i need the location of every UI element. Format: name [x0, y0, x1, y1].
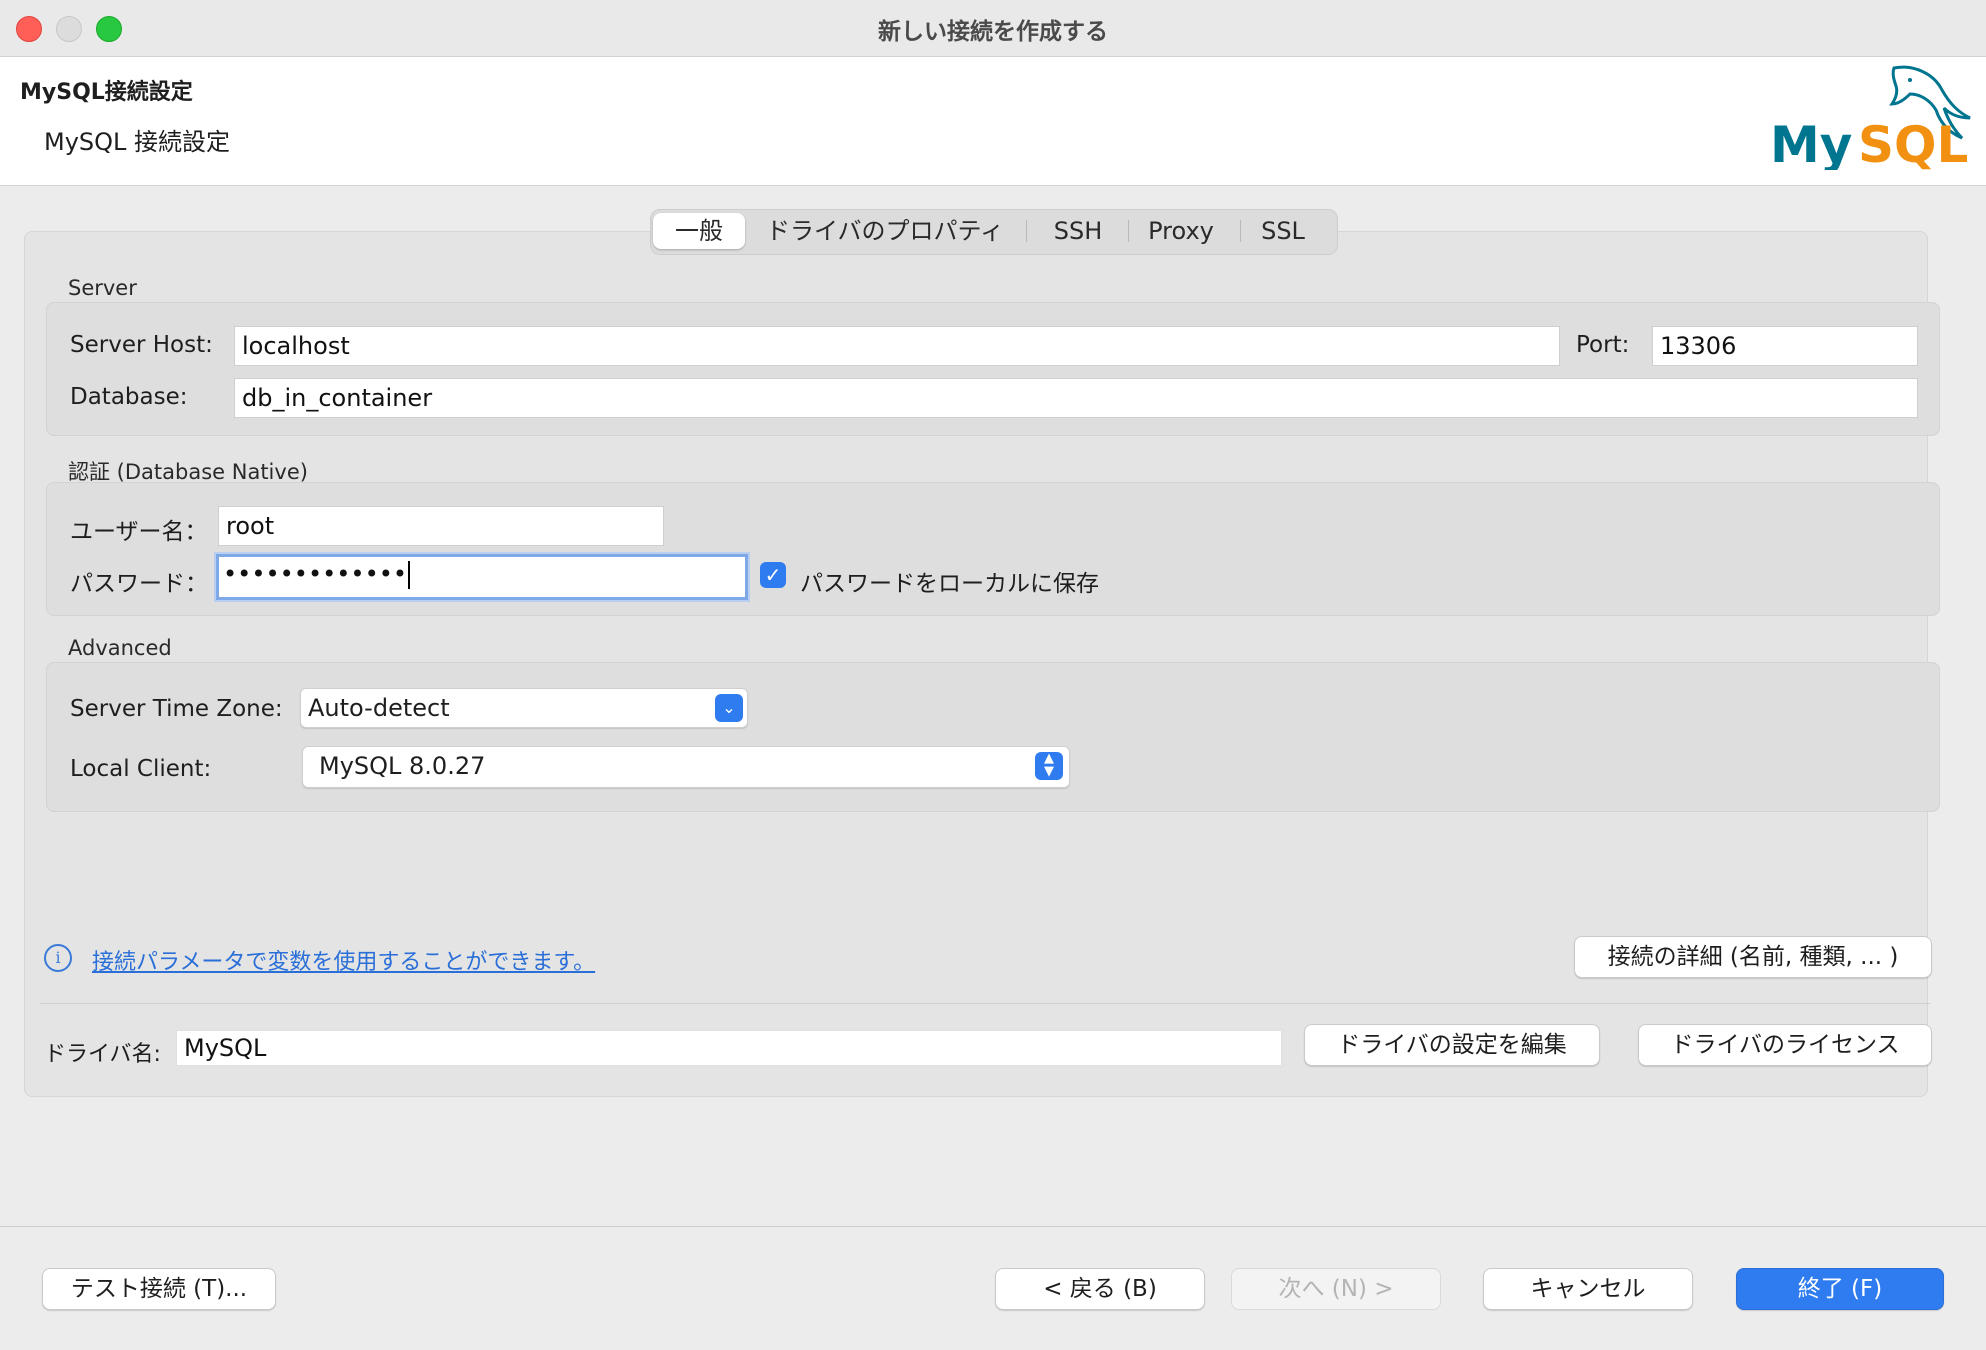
timezone-value: Auto-detect — [308, 694, 450, 722]
password-mask: ••••••••••••• — [223, 560, 408, 588]
port-label: Port: — [1576, 332, 1630, 358]
chevron-down-icon[interactable]: ⌄ — [715, 694, 743, 722]
page-subtitle: MySQL 接続設定 — [44, 128, 231, 156]
save-password-label: パスワードをローカルに保存 — [800, 571, 1099, 597]
local-client-label: Local Client: — [70, 756, 212, 782]
timezone-label: Server Time Zone: — [70, 696, 283, 722]
logo-text-sql: SQL — [1858, 116, 1968, 170]
wizard-header — [0, 57, 1986, 186]
info-icon: i — [44, 944, 72, 972]
finish-button[interactable]: 終了 (F) — [1736, 1268, 1944, 1310]
connection-details-button[interactable]: 接続の詳細 (名前, 種類, ... ) — [1574, 936, 1932, 978]
variables-help-link[interactable]: 接続パラメータで変数を使用することができます。 — [92, 944, 595, 976]
tab-separator — [1240, 220, 1241, 242]
tab-proxy[interactable]: Proxy — [1136, 213, 1226, 249]
test-connection-button[interactable]: テスト接続 (T)... — [42, 1268, 276, 1310]
tab-separator — [1128, 220, 1129, 242]
next-button[interactable]: 次へ (N) > — [1231, 1268, 1441, 1310]
password-input[interactable]: ••••••••••••• — [216, 554, 748, 600]
server-group-label: Server — [68, 276, 137, 300]
server-host-label: Server Host: — [70, 332, 213, 358]
tab-ssl[interactable]: SSL — [1248, 213, 1318, 249]
edit-driver-settings-button[interactable]: ドライバの設定を編集 — [1304, 1024, 1600, 1066]
tab-ssh[interactable]: SSH — [1034, 213, 1122, 249]
tab-driver-properties[interactable]: ドライバのプロパティ — [752, 213, 1018, 249]
tab-general[interactable]: 一般 — [653, 213, 745, 249]
back-button[interactable]: < 戻る (B) — [995, 1268, 1205, 1310]
database-input[interactable]: db_in_container — [234, 378, 1918, 418]
window-title: 新しい接続を作成する — [878, 19, 1108, 45]
database-label: Database: — [70, 384, 188, 410]
save-password-checkbox[interactable]: ✓ — [760, 562, 786, 588]
port-input[interactable]: 13306 — [1652, 326, 1918, 366]
local-client-select[interactable]: MySQL 8.0.27 — [302, 746, 1070, 788]
divider — [40, 1003, 1930, 1004]
text-caret — [408, 561, 411, 589]
up-down-chevron-icon[interactable]: ▲ ▼ — [1035, 752, 1063, 780]
server-host-input[interactable]: localhost — [234, 326, 1560, 366]
username-label: ユーザー名： — [70, 519, 208, 545]
local-client-value: MySQL 8.0.27 — [319, 752, 486, 780]
password-label: パスワード： — [70, 571, 208, 597]
driver-name-label: ドライバ名: — [44, 1042, 161, 1067]
footer-divider — [0, 1226, 1986, 1227]
advanced-group-label: Advanced — [68, 636, 172, 660]
cancel-button[interactable]: キャンセル — [1483, 1268, 1693, 1310]
page-title: MySQL接続設定 — [20, 80, 193, 105]
driver-name-field[interactable]: MySQL — [176, 1030, 1282, 1066]
timezone-select[interactable]: Auto-detect — [300, 688, 748, 728]
username-input[interactable]: root — [218, 506, 664, 546]
advanced-group — [46, 662, 1940, 812]
tab-separator — [1026, 220, 1027, 242]
mysql-logo: My SQL — [1770, 65, 1971, 170]
driver-license-button[interactable]: ドライバのライセンス — [1638, 1024, 1932, 1066]
logo-text-my: My — [1770, 116, 1852, 170]
